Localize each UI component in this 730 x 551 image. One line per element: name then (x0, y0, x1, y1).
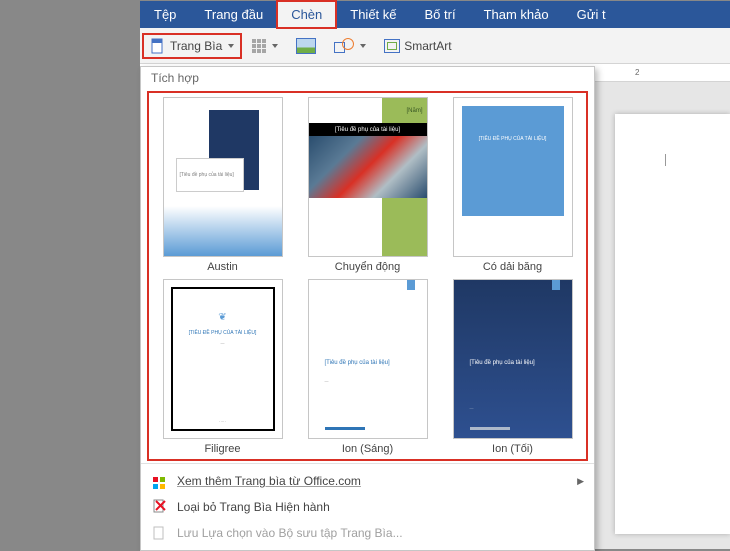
gallery-section-header: Tích hợp (141, 67, 594, 93)
gallery-item-motion[interactable]: [Năm] [Tiêu đề phụ của tài liệu] Chuyển … (298, 97, 437, 273)
gallery-label: Ion (Sáng) (342, 443, 393, 455)
thumb-subtitle: [Tiêu đề phụ của tài liệu] (180, 172, 240, 178)
picture-icon (296, 38, 316, 54)
smartart-button[interactable]: SmartArt (378, 36, 457, 56)
tab-mail[interactable]: Gửi t (563, 1, 620, 28)
thumb-year: [Năm] (406, 108, 422, 114)
ribbon-tabs: Tệp Trang đầu Chèn Thiết kế Bố trí Tham … (140, 1, 730, 28)
thumbnail-ion-dark: [Tiêu đề phụ của tài liệu] — (453, 279, 573, 439)
office-icon (151, 473, 167, 489)
picture-button[interactable] (290, 35, 322, 57)
chevron-down-icon (228, 44, 234, 48)
chevron-down-icon (360, 44, 366, 48)
menu-save-selection: Lưu Lựa chọn vào Bộ sưu tập Trang Bìa... (141, 520, 594, 546)
menu-label: Lưu Lựa chọn vào Bộ sưu tập Trang Bìa... (177, 526, 403, 540)
gallery-menu: Xem thêm Trang bìa từ Office.com ▶ Loại … (141, 463, 594, 550)
smartart-icon (384, 39, 400, 53)
cover-page-label: Trang Bìa (170, 39, 222, 53)
menu-more-from-office[interactable]: Xem thêm Trang bìa từ Office.com ▶ (141, 468, 594, 494)
document-area: 2 (595, 64, 730, 549)
word-window: Tệp Trang đầu Chèn Thiết kế Bố trí Tham … (140, 1, 730, 549)
menu-remove-cover[interactable]: Loại bỏ Trang Bìa Hiện hành (141, 494, 594, 520)
gallery-label: Austin (207, 261, 238, 273)
tab-design[interactable]: Thiết kế (336, 1, 410, 28)
thumbnail-ion-light: [Tiêu đề phụ của tài liệu] — (308, 279, 428, 439)
cursor-marker (665, 154, 667, 166)
thumbnail-austin: [Tiêu đề phụ của tài liệu] (163, 97, 283, 257)
smartart-label: SmartArt (404, 39, 451, 53)
ornament-icon: ❦ (218, 312, 226, 323)
thumb-subtitle: [Tiêu đề phụ của tài liệu] (309, 123, 427, 136)
gallery-label: Filigree (204, 443, 240, 455)
menu-label: Xem thêm Trang bìa từ Office.com (177, 474, 361, 488)
gallery-item-filigree[interactable]: ❦ [TIÊU ĐỀ PHỤ CỦA TÀI LIỆU] — ····· Fil… (153, 279, 292, 455)
tab-file[interactable]: Tệp (140, 1, 190, 28)
save-page-icon (151, 525, 167, 541)
gallery-label: Ion (Tối) (492, 443, 533, 455)
chevron-down-icon (272, 44, 278, 48)
thumb-subtitle: [Tiêu đề phụ của tài liệu] (325, 360, 390, 366)
thumb-subtitle: [TIÊU ĐỀ PHỤ CỦA TÀI LIỆU] (164, 330, 282, 336)
shapes-button[interactable] (328, 35, 372, 57)
ribbon-content: Trang Bìa SmartArt (140, 28, 730, 64)
page-icon (150, 38, 166, 54)
tab-layout[interactable]: Bố trí (411, 1, 470, 28)
gallery-grid: [Tiêu đề phụ của tài liệu] Austin [Năm] … (149, 93, 586, 459)
thumbnail-motion: [Năm] [Tiêu đề phụ của tài liệu] (308, 97, 428, 257)
tab-insert[interactable]: Chèn (277, 1, 336, 28)
menu-label: Loại bỏ Trang Bìa Hiện hành (177, 500, 330, 514)
ruler-mark: 2 (635, 68, 639, 77)
shapes-icon (334, 38, 354, 54)
chevron-right-icon: ▶ (577, 476, 584, 487)
gallery-item-austin[interactable]: [Tiêu đề phụ của tài liệu] Austin (153, 97, 292, 273)
table-icon (252, 39, 266, 53)
tab-references[interactable]: Tham khảo (470, 1, 563, 28)
page[interactable] (615, 114, 730, 534)
gallery-label: Chuyển động (335, 261, 400, 273)
gallery-label: Có dải băng (483, 261, 542, 273)
table-button[interactable] (246, 36, 284, 56)
thumb-subtitle: [Tiêu đề phụ của tài liệu] (470, 360, 535, 366)
tab-home[interactable]: Trang đầu (190, 1, 277, 28)
thumbnail-banded: [TIÊU ĐỀ PHỤ CỦA TÀI LIỆU] (453, 97, 573, 257)
remove-page-icon (151, 499, 167, 515)
gallery-item-ion-dark[interactable]: [Tiêu đề phụ của tài liệu] — Ion (Tối) (443, 279, 582, 455)
cover-page-gallery-popup: Tích hợp [Tiêu đề phụ của tài liệu] Aust… (140, 66, 595, 551)
gallery-item-banded[interactable]: [TIÊU ĐỀ PHỤ CỦA TÀI LIỆU] Có dải băng (443, 97, 582, 273)
gallery-item-ion-light[interactable]: [Tiêu đề phụ của tài liệu] — Ion (Sáng) (298, 279, 437, 455)
cover-page-button[interactable]: Trang Bìa (144, 35, 240, 57)
thumb-subtitle: [TIÊU ĐỀ PHỤ CỦA TÀI LIỆU] (479, 136, 547, 142)
thumbnail-filigree: ❦ [TIÊU ĐỀ PHỤ CỦA TÀI LIỆU] — ····· (163, 279, 283, 439)
ruler: 2 (595, 64, 730, 82)
